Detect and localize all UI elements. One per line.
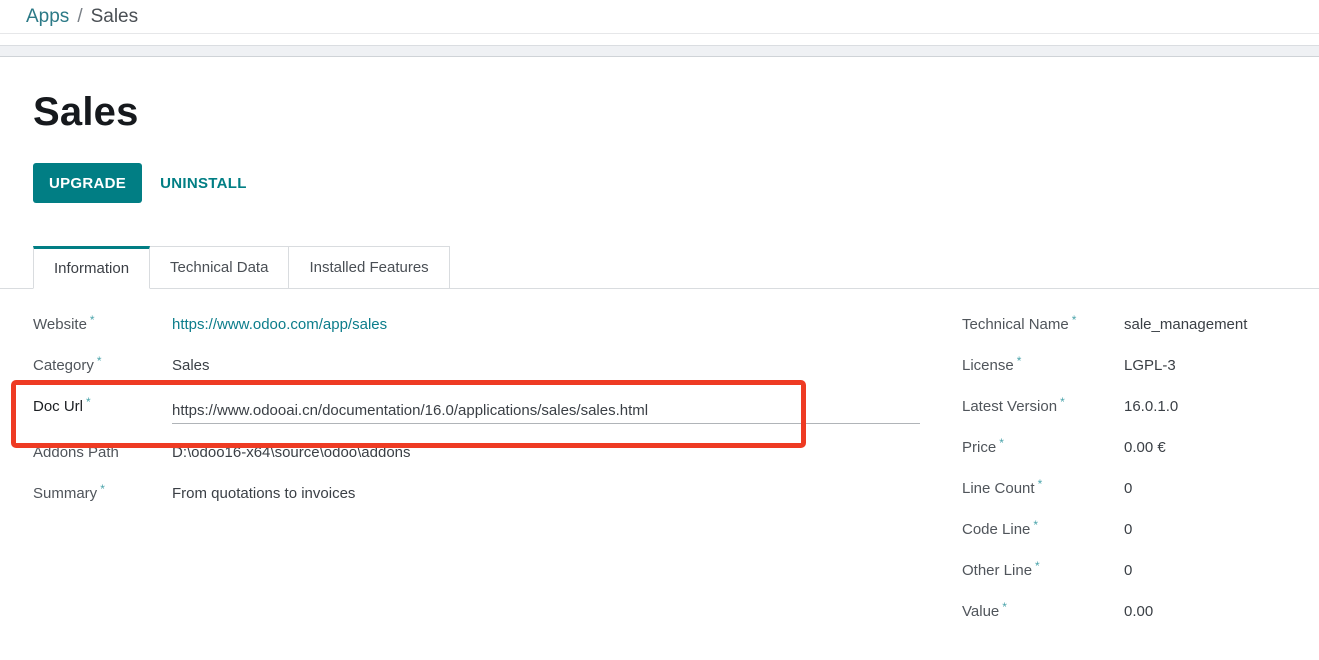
field-group-left: Website* https://www.odoo.com/app/sales … (33, 310, 929, 638)
notebook-tabs: Information Technical Data Installed Fea… (33, 246, 450, 289)
value-value: 0.00 (1124, 603, 1153, 620)
line-count-label: Line Count (962, 480, 1035, 497)
uninstall-button[interactable]: UNINSTALL (160, 175, 247, 192)
line-count-value: 0 (1124, 480, 1132, 497)
code-line-value: 0 (1124, 521, 1132, 538)
required-asterisk: * (1060, 395, 1065, 409)
category-label: Category (33, 357, 94, 374)
doc-url-input[interactable] (172, 398, 920, 424)
required-asterisk: * (122, 441, 127, 455)
license-label: License (962, 357, 1014, 374)
field-row-value: Value* 0.00 (962, 597, 1286, 638)
required-asterisk: * (1002, 600, 1007, 614)
action-buttons: UPGRADE UNINSTALL (33, 163, 247, 203)
required-asterisk: * (97, 354, 102, 368)
field-row-license: License* LGPL-3 (962, 351, 1286, 392)
tab-information[interactable]: Information (33, 246, 150, 289)
field-row-latest-version: Latest Version* 16.0.1.0 (962, 392, 1286, 433)
app-window: Apps / Sales Sales UPGRADE UNINSTALL Inf… (0, 0, 1319, 660)
upgrade-button[interactable]: UPGRADE (33, 163, 142, 203)
required-asterisk: * (1035, 559, 1040, 573)
breadcrumb-bar: Apps / Sales (0, 0, 1319, 34)
required-asterisk: * (1033, 518, 1038, 532)
required-asterisk: * (999, 436, 1004, 450)
breadcrumb: Apps / Sales (26, 6, 138, 28)
other-line-label: Other Line (962, 562, 1032, 579)
field-row-technical-name: Technical Name* sale_management (962, 310, 1286, 351)
tab-technical-data[interactable]: Technical Data (150, 246, 289, 289)
price-value: 0.00 € (1124, 439, 1166, 456)
field-row-summary: Summary* From quotations to invoices (33, 479, 929, 520)
website-value-link[interactable]: https://www.odoo.com/app/sales (172, 316, 387, 333)
field-row-line-count: Line Count* 0 (962, 474, 1286, 515)
website-label: Website (33, 316, 87, 333)
price-label: Price (962, 439, 996, 456)
summary-value: From quotations to invoices (172, 485, 355, 502)
breadcrumb-apps-link[interactable]: Apps (26, 6, 69, 28)
latest-version-label: Latest Version (962, 398, 1057, 415)
required-asterisk: * (1072, 313, 1077, 327)
breadcrumb-current: Sales (91, 6, 139, 28)
doc-url-label: Doc Url (33, 398, 83, 415)
code-line-label: Code Line (962, 521, 1030, 538)
breadcrumb-separator: / (77, 6, 82, 28)
addons-path-label: Addons Path (33, 444, 119, 461)
field-row-code-line: Code Line* 0 (962, 515, 1286, 556)
tab-installed-features[interactable]: Installed Features (289, 246, 449, 289)
required-asterisk: * (1038, 477, 1043, 491)
category-value: Sales (172, 357, 210, 374)
required-asterisk: * (1017, 354, 1022, 368)
value-label: Value (962, 603, 999, 620)
field-row-category: Category* Sales (33, 351, 929, 392)
field-row-price: Price* 0.00 € (962, 433, 1286, 474)
field-row-doc-url: Doc Url* (33, 392, 929, 438)
panel-top-band (0, 45, 1319, 57)
required-asterisk: * (86, 395, 91, 409)
required-asterisk: * (90, 313, 95, 327)
page-title: Sales (33, 88, 139, 136)
form-sheet: Website* https://www.odoo.com/app/sales … (33, 310, 1286, 638)
field-row-website: Website* https://www.odoo.com/app/sales (33, 310, 929, 351)
addons-path-value: D:\odoo16-x64\source\odoo\addons (172, 444, 411, 461)
field-row-other-line: Other Line* 0 (962, 556, 1286, 597)
technical-name-value: sale_management (1124, 316, 1247, 333)
field-group-right: Technical Name* sale_management License*… (962, 310, 1286, 638)
other-line-value: 0 (1124, 562, 1132, 579)
technical-name-label: Technical Name (962, 316, 1069, 333)
summary-label: Summary (33, 485, 97, 502)
required-asterisk: * (100, 482, 105, 496)
license-value: LGPL-3 (1124, 357, 1176, 374)
field-row-addons-path: Addons Path* D:\odoo16-x64\source\odoo\a… (33, 438, 929, 479)
latest-version-value: 16.0.1.0 (1124, 398, 1178, 415)
